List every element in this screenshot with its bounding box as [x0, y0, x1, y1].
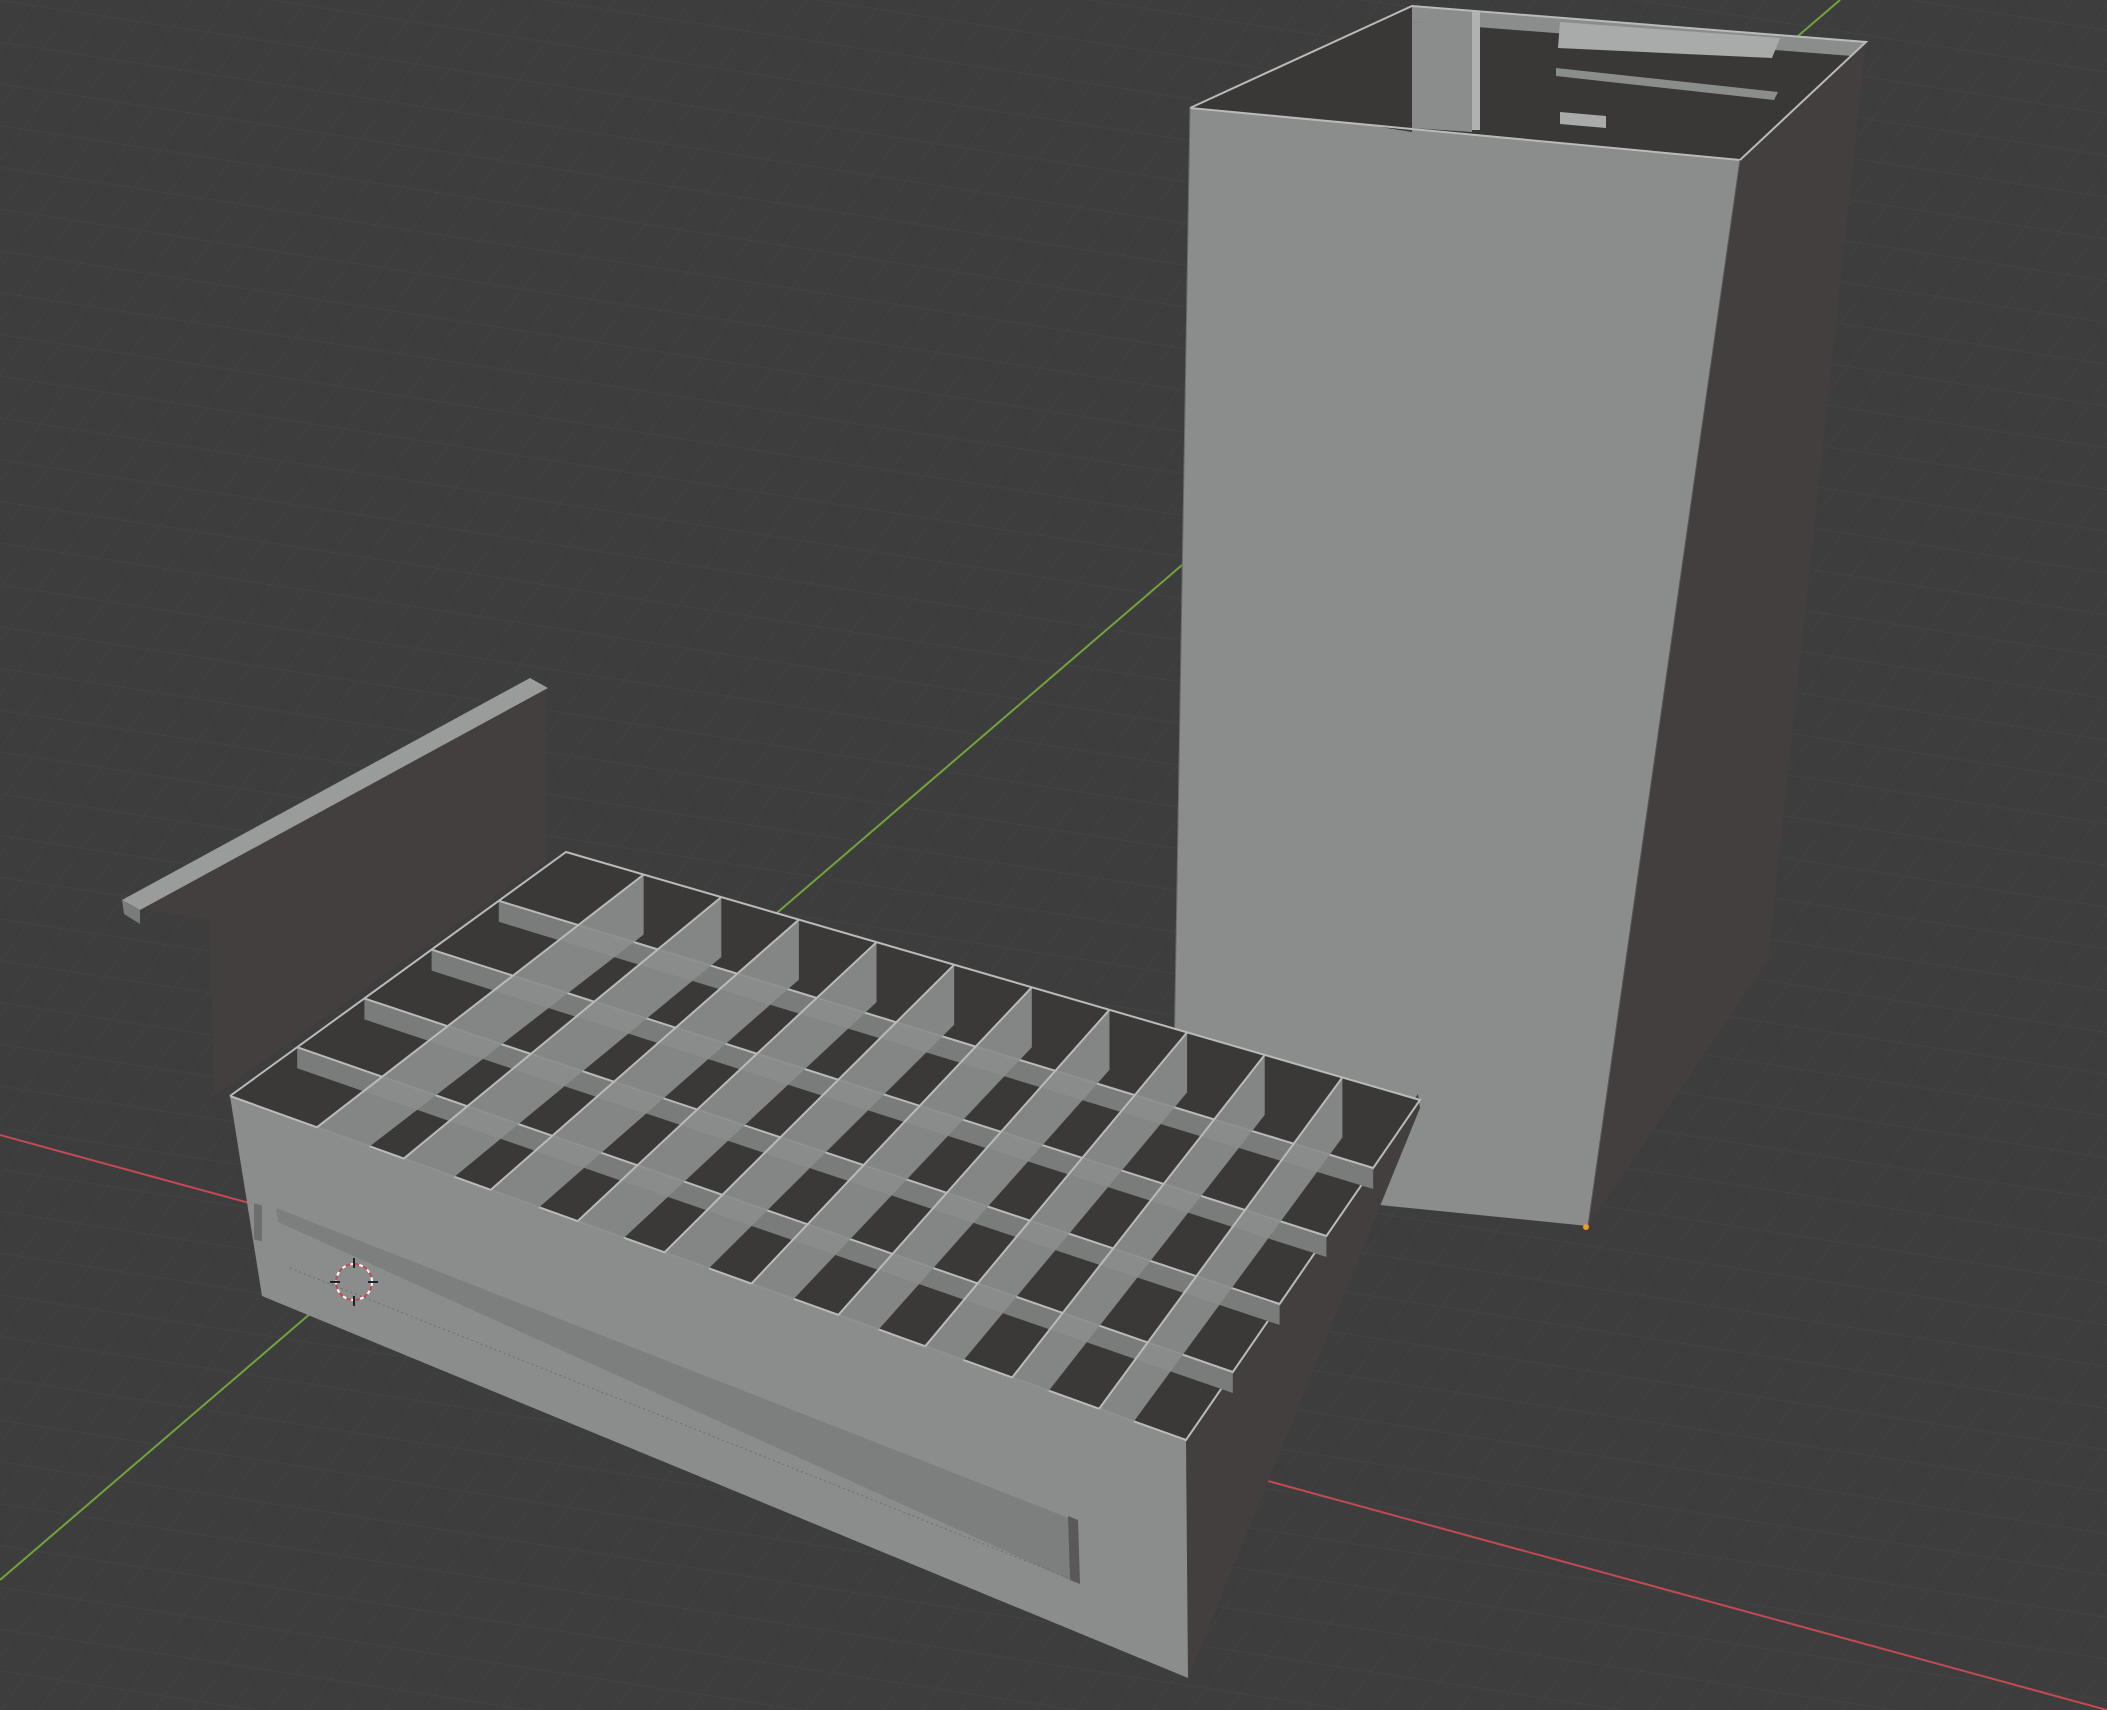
object-origin-icon [1583, 1224, 1589, 1230]
viewport-scene[interactable] [0, 0, 2107, 1710]
3d-viewport[interactable] [0, 0, 2107, 1710]
